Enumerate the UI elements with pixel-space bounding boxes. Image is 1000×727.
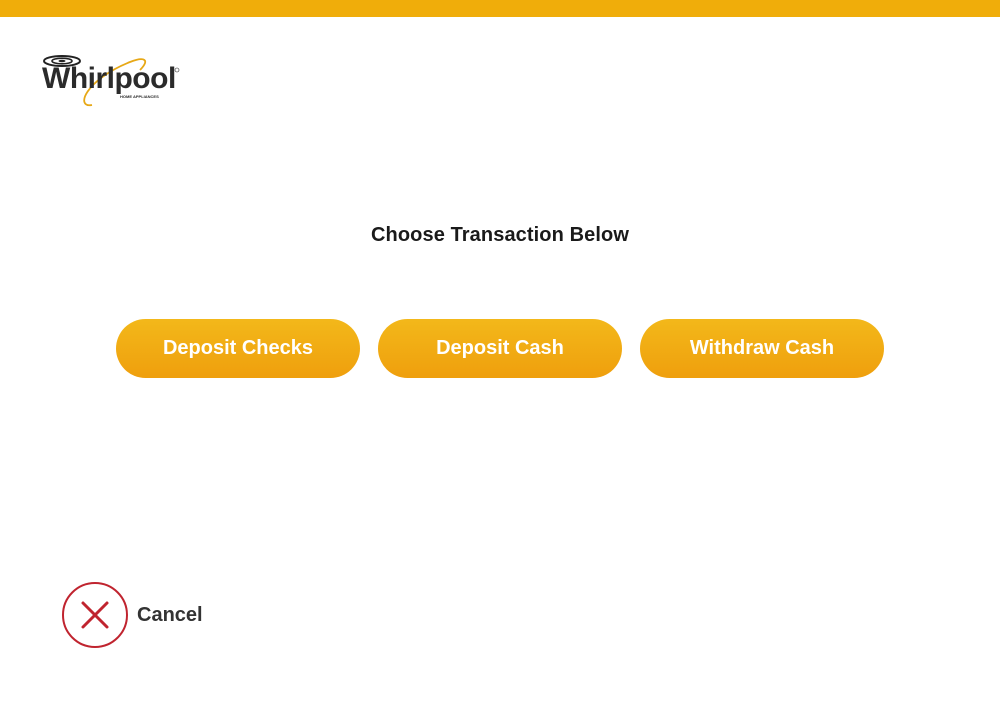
brand-wordmark: Whirlpool: [42, 62, 176, 95]
page-title: Choose Transaction Below: [370, 224, 629, 246]
withdraw-cash-button[interactable]: Withdraw Cash: [640, 319, 884, 378]
deposit-checks-button[interactable]: Deposit Checks: [116, 319, 360, 378]
cancel-label[interactable]: Cancel: [137, 604, 203, 627]
deposit-cash-button[interactable]: Deposit Cash: [378, 319, 622, 378]
close-icon[interactable]: [62, 582, 128, 648]
cancel-button[interactable]: Cancel: [62, 582, 203, 648]
whirlpool-logo-icon: Whirlpool HOME APPLIANCES: [40, 50, 185, 112]
transaction-buttons: Deposit Checks Deposit Cash Withdraw Cas…: [116, 319, 884, 378]
atm-transaction-screen: Whirlpool HOME APPLIANCES Choose Transac…: [0, 0, 1000, 727]
top-accent-bar: [0, 0, 1000, 17]
brand-tagline: HOME APPLIANCES: [120, 94, 159, 99]
